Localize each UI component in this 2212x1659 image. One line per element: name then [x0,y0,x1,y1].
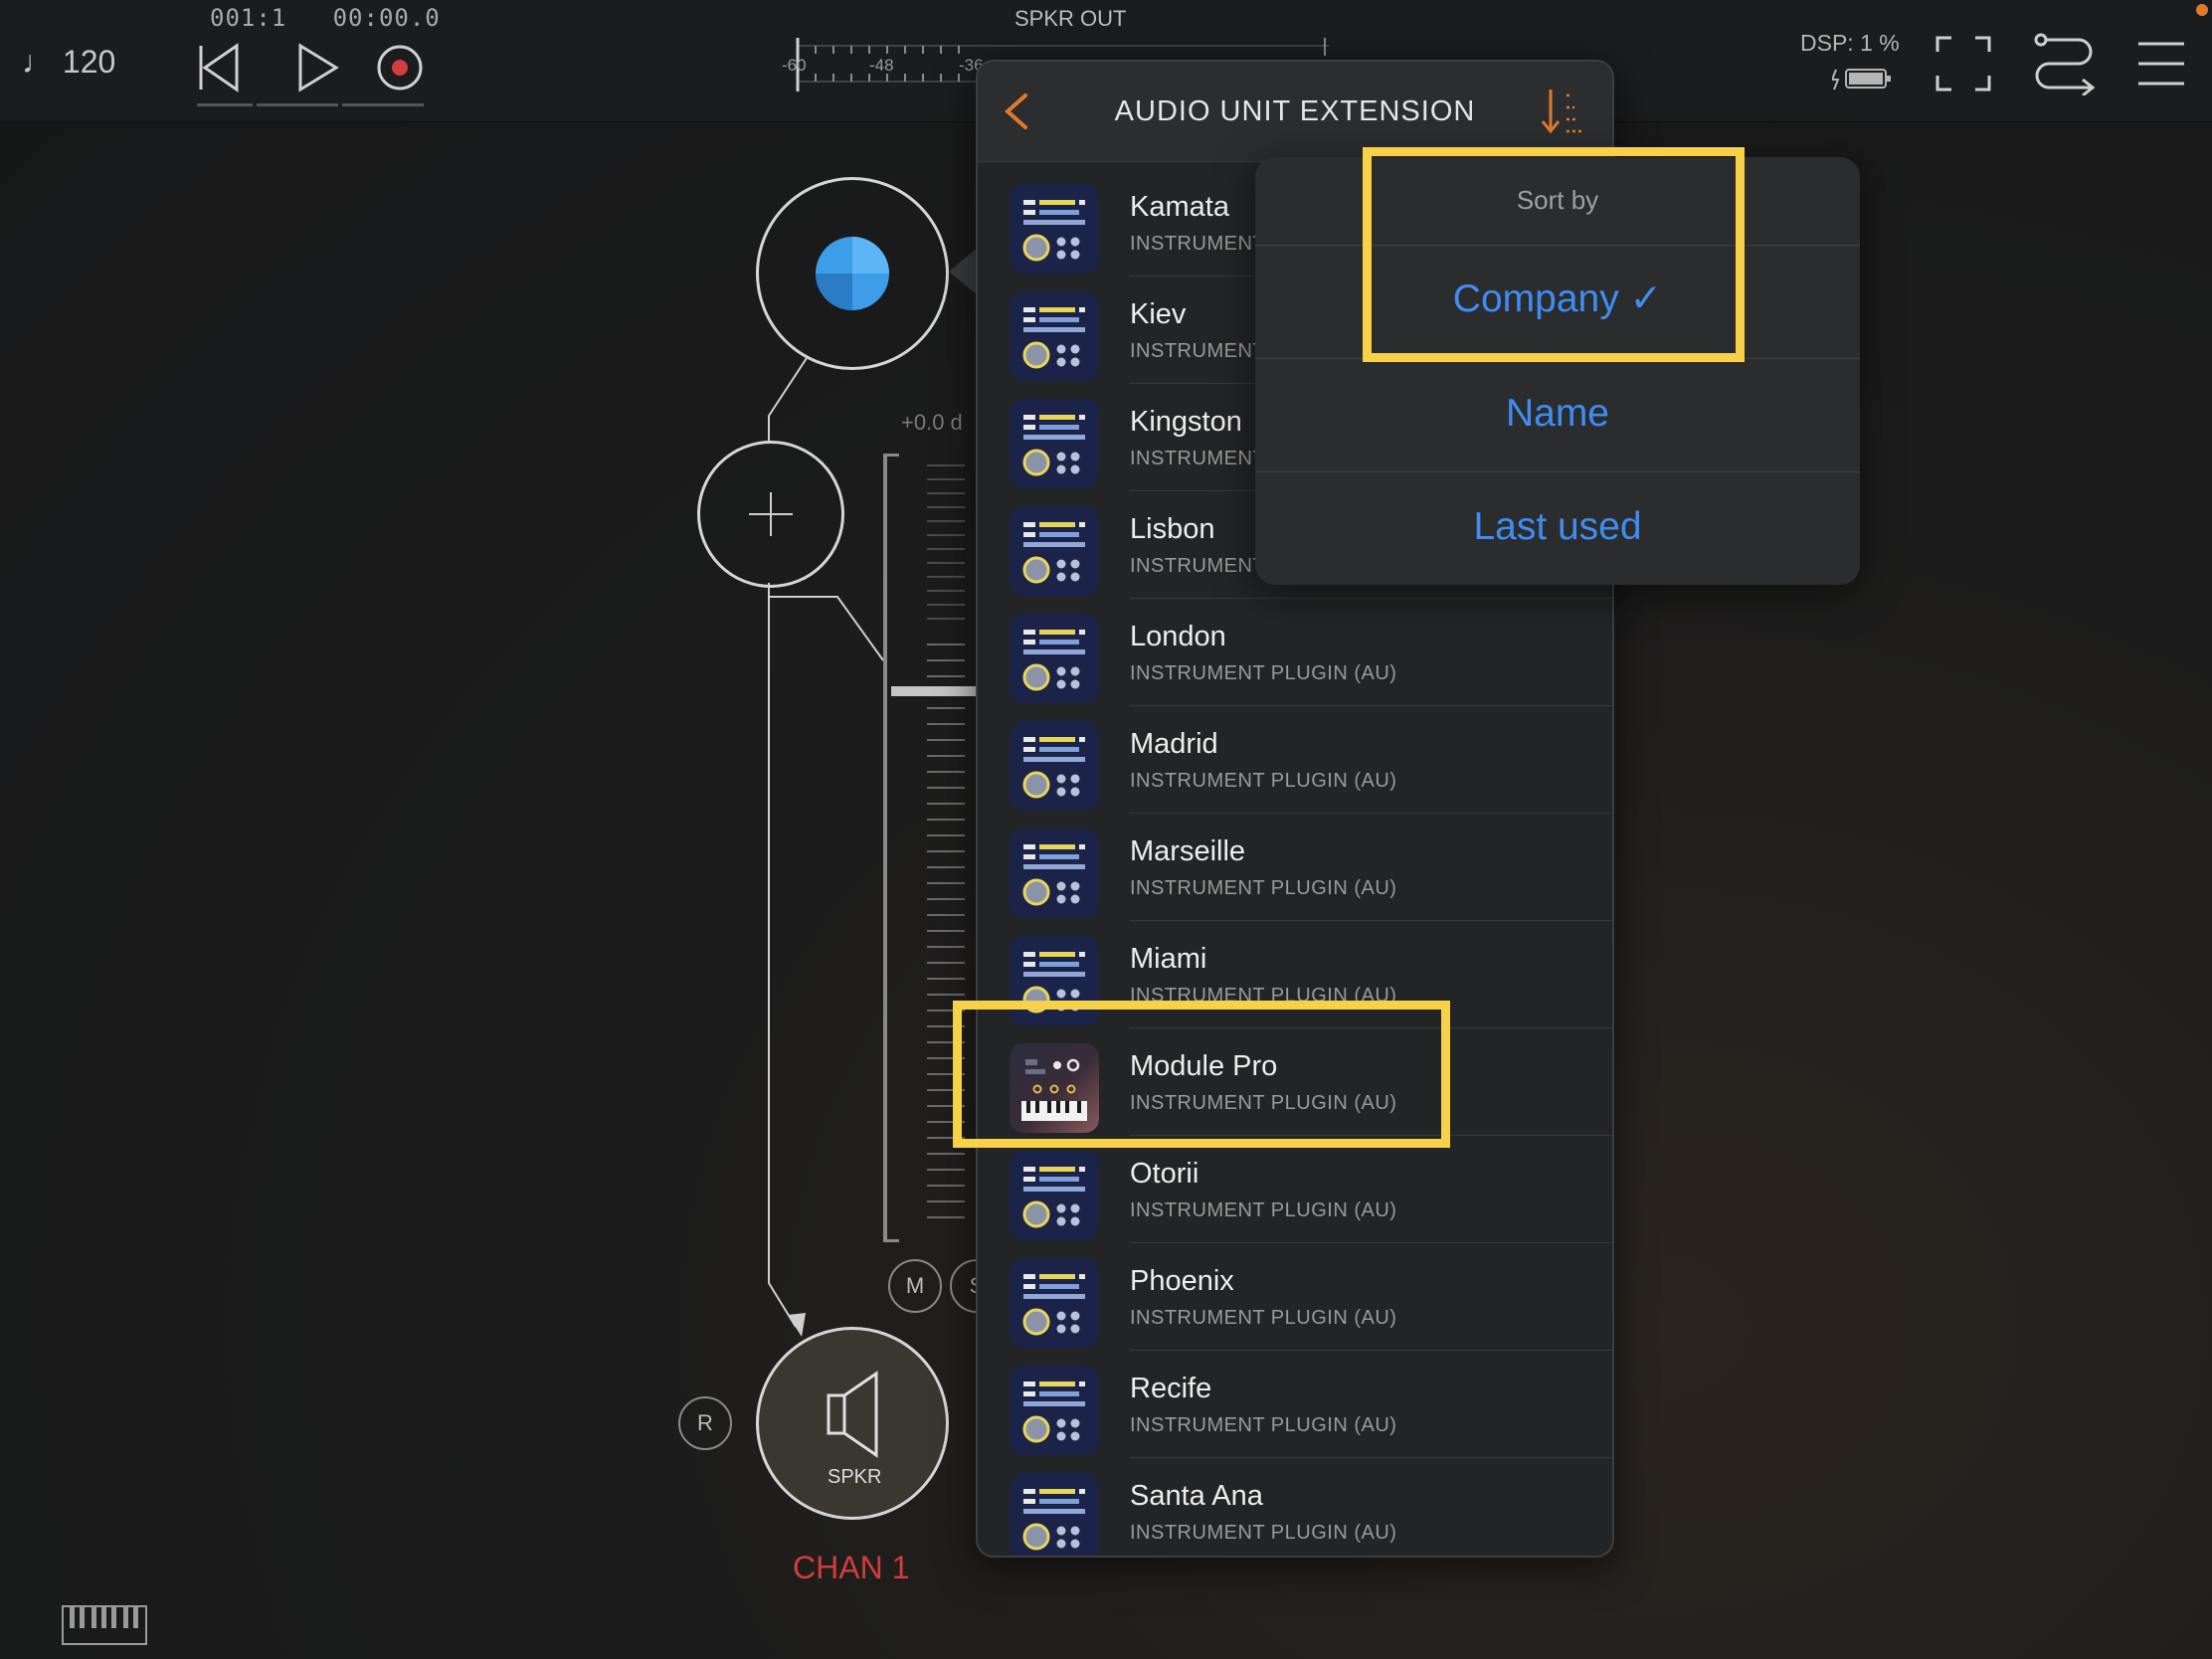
plugin-name: London [1130,621,1226,652]
speaker-icon [827,1371,878,1458]
synth-plugin-icon [1010,506,1099,596]
synth-plugin-icon [1010,1473,1099,1556]
synth-plugin-icon [1010,721,1099,811]
plugin-type: INSTRUMENT PLUGIN (AU) [1130,1199,1397,1221]
plugin-pie-icon [816,237,889,310]
fader-bottom-cap [883,1239,899,1242]
speaker-label: SPKR [828,1466,882,1488]
plugin-name: Madrid [1130,728,1218,760]
list-item[interactable]: Madrid INSTRUMENT PLUGIN (AU) [978,706,1612,814]
plugin-name: Lisbon [1130,513,1215,545]
fader-handle[interactable] [891,686,981,696]
channel-label[interactable]: CHAN 1 [793,1550,909,1586]
popover-divider [1255,471,1860,472]
plugin-name: Kamata [1130,191,1229,223]
synth-plugin-icon [1010,1151,1099,1240]
plus-icon [749,492,793,536]
list-item[interactable]: Recife INSTRUMENT PLUGIN (AU) [978,1351,1612,1458]
sort-option-name[interactable]: Name [1255,392,1860,436]
sort-option-last-used[interactable]: Last used [1255,505,1860,549]
list-item[interactable]: Marseille INSTRUMENT PLUGIN (AU) [978,814,1612,921]
synth-plugin-icon [1010,1258,1099,1348]
mute-button[interactable]: M [888,1259,942,1313]
add-node-button[interactable] [697,441,844,588]
plugin-type: INSTRUMENT PLUGIN (AU) [1130,877,1397,899]
plugin-name: Miami [1130,943,1207,975]
plugin-name: Otorii [1130,1158,1199,1190]
sort-button[interactable] [1539,86,1586,137]
list-item[interactable]: Phoenix INSTRUMENT PLUGIN (AU) [978,1243,1612,1351]
plugin-type: INSTRUMENT PLUGIN (AU) [1130,770,1397,792]
fader-track [883,456,887,1241]
plugin-name: Marseille [1130,835,1246,867]
plugin-name: Phoenix [1130,1265,1234,1297]
gain-readout: +0.0 d [901,410,963,435]
plugin-type: INSTRUMENT PLUGIN (AU) [1130,1414,1397,1436]
list-item[interactable]: Santa Ana INSTRUMENT PLUGIN (AU) [978,1458,1612,1556]
keyboard-icon[interactable] [62,1605,147,1645]
sort-icon [1541,90,1582,134]
plugin-type: INSTRUMENT PLUGIN (AU) [1130,1307,1397,1329]
plugin-type: INSTRUMENT PLUGIN (AU) [1130,662,1397,684]
plugin-name: Kiev [1130,298,1187,330]
list-item[interactable]: London INSTRUMENT PLUGIN (AU) [978,599,1612,706]
list-item[interactable]: Otorii INSTRUMENT PLUGIN (AU) [978,1136,1612,1243]
plugin-name: Santa Ana [1130,1480,1263,1512]
panel-title: AUDIO UNIT EXTENSION [1114,95,1476,127]
node-pointer [949,247,979,296]
plugin-name: Recife [1130,1373,1212,1404]
instrument-node[interactable] [756,177,949,370]
highlight-box-module-pro [953,1001,1450,1148]
synth-plugin-icon [1010,291,1099,381]
plugin-name: Kingston [1130,406,1242,438]
synth-plugin-icon [1010,184,1099,274]
plugin-type: INSTRUMENT PLUGIN (AU) [1130,1522,1397,1544]
record-arm-button[interactable]: R [678,1396,732,1450]
synth-plugin-icon [1010,614,1099,703]
highlight-box-sort-company [1363,147,1745,362]
speaker-output-node[interactable] [756,1327,949,1520]
synth-plugin-icon [1010,829,1099,918]
synth-plugin-icon [1010,399,1099,488]
synth-plugin-icon [1010,1366,1099,1455]
